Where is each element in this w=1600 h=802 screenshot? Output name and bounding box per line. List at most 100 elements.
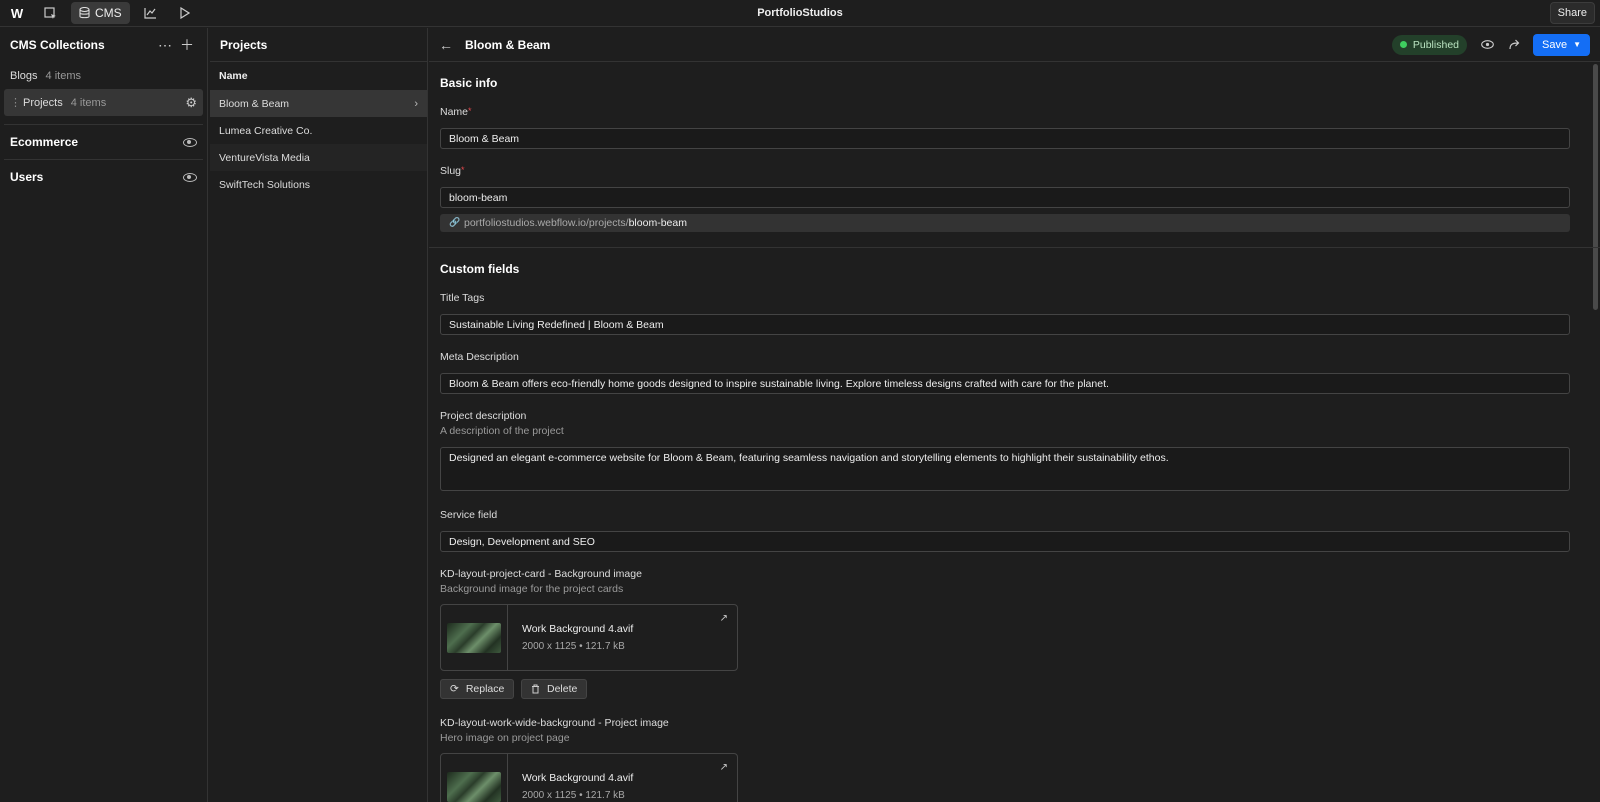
replace-button[interactable]: ⟳ Replace	[440, 679, 515, 699]
project-description-field[interactable]: Designed an elegant e-commerce website f…	[440, 447, 1570, 491]
collection-count: 4 items	[70, 96, 107, 109]
required-marker: *	[461, 165, 465, 175]
slug-url-base: portfoliostudios.webflow.io/projects/	[464, 217, 629, 229]
image-thumbnail	[441, 754, 508, 802]
slug-url-slug: bloom-beam	[628, 217, 687, 229]
project-image-hint: Hero image on project page	[440, 732, 570, 744]
slug-label: Slug*	[440, 165, 465, 177]
collection-name: Projects	[23, 96, 63, 109]
image-file-meta: 2000 x 1125 • 121.7 kB	[522, 641, 625, 652]
list-item-label: Lumea Creative Co.	[219, 124, 313, 137]
section-title: Users	[10, 170, 44, 184]
section-ecommerce[interactable]: Ecommerce	[4, 124, 203, 159]
collection-item-projects[interactable]: ⋮ Projects 4 items ⚙	[4, 89, 203, 116]
item-editor: ← Bloom & Beam Published Save ▼ Basic in…	[429, 28, 1600, 802]
list-item-label: VentureVista Media	[219, 151, 310, 164]
link-icon: 🔗	[449, 217, 461, 227]
collection-item-blogs[interactable]: Blogs 4 items	[0, 62, 207, 89]
meta-description-label: Meta Description	[440, 351, 519, 363]
basic-info-heading: Basic info	[440, 76, 498, 90]
project-image-card[interactable]: Work Background 4.avif 2000 x 1125 • 121…	[440, 753, 738, 802]
designer-icon[interactable]	[37, 2, 63, 24]
collections-title: CMS Collections	[10, 38, 105, 52]
collection-name: Blogs	[10, 69, 38, 82]
custom-fields-heading: Custom fields	[440, 262, 520, 276]
image-file-name: Work Background 4.avif	[522, 623, 634, 635]
status-badge[interactable]: Published	[1391, 34, 1467, 55]
back-arrow-icon[interactable]: ←	[439, 37, 457, 53]
add-icon[interactable]: ＋	[177, 35, 197, 55]
section-users[interactable]: Users	[4, 159, 203, 194]
list-item[interactable]: VentureVista Media	[210, 144, 427, 171]
required-marker: *	[468, 106, 472, 116]
replace-label: Replace	[465, 683, 505, 695]
thumbnail-image	[447, 771, 501, 802]
share-button[interactable]: Share	[1549, 2, 1595, 24]
meta-description-field[interactable]: Bloom & Beam offers eco-friendly home go…	[440, 373, 1570, 394]
project-description-hint: A description of the project	[440, 425, 564, 437]
replace-icon: ⟳	[450, 683, 459, 695]
eye-icon[interactable]	[183, 172, 197, 182]
list-item-label: Bloom & Beam	[219, 97, 290, 110]
chevron-down-icon: ▼	[1573, 40, 1581, 49]
bg-image-label: KD-layout-project-card - Background imag…	[440, 568, 642, 580]
column-header-name[interactable]: Name	[210, 62, 427, 90]
slug-url[interactable]: 🔗 portfoliostudios.webflow.io/projects/b…	[440, 214, 1570, 232]
save-label: Save	[1542, 38, 1568, 51]
open-external-icon[interactable]: ↗	[720, 613, 728, 624]
divider	[429, 247, 1600, 248]
status-dot-icon	[1399, 41, 1407, 48]
image-file-name: Work Background 4.avif	[522, 772, 634, 784]
item-title: Bloom & Beam	[465, 37, 551, 52]
service-field-label: Service field	[440, 509, 498, 521]
webflow-logo[interactable]: W	[5, 1, 29, 25]
project-image-label: KD-layout-work-wide-background - Project…	[440, 717, 669, 729]
delete-label: Delete	[547, 683, 578, 695]
delete-button[interactable]: Delete	[521, 679, 588, 699]
title-tags-label: Title Tags	[440, 292, 485, 304]
eye-icon[interactable]	[183, 137, 197, 147]
section-title: Ecommerce	[10, 135, 79, 149]
name-label-text: Name	[440, 106, 469, 118]
service-field[interactable]: Design, Development and SEO	[440, 531, 1570, 552]
projects-panel: Projects Name Bloom & Beam › Lumea Creat…	[210, 28, 428, 802]
list-item[interactable]: Bloom & Beam ›	[210, 90, 427, 117]
open-external-icon[interactable]: ↗	[720, 762, 728, 773]
trash-icon	[532, 684, 539, 694]
collection-count: 4 items	[45, 69, 81, 82]
database-icon	[79, 7, 90, 19]
collections-panel: CMS Collections ⋯ ＋ Blogs 4 items ⋮ Proj…	[0, 28, 208, 802]
preview-eye-icon[interactable]	[1477, 35, 1497, 55]
analytics-icon[interactable]	[138, 2, 164, 24]
chevron-right-icon: ›	[414, 97, 418, 110]
image-file-meta: 2000 x 1125 • 121.7 kB	[522, 790, 625, 801]
bg-image-card[interactable]: Work Background 4.avif 2000 x 1125 • 121…	[440, 604, 738, 671]
slug-label-text: Slug	[440, 165, 462, 177]
status-label: Published	[1412, 38, 1459, 51]
cms-tab[interactable]: CMS	[71, 2, 130, 24]
more-icon[interactable]: ⋯	[155, 35, 175, 55]
project-description-label: Project description	[440, 410, 527, 422]
drag-handle-icon[interactable]: ⋮	[10, 96, 21, 109]
image-thumbnail	[441, 605, 508, 670]
editor-header: ← Bloom & Beam Published Save ▼	[429, 28, 1600, 62]
name-label: Name*	[440, 106, 472, 118]
list-item[interactable]: SwiftTech Solutions	[210, 171, 427, 198]
cms-tab-label: CMS	[95, 6, 122, 20]
title-tags-field[interactable]: Sustainable Living Redefined | Bloom & B…	[440, 314, 1570, 335]
thumbnail-image	[447, 622, 501, 653]
share-arrow-icon[interactable]	[1505, 35, 1525, 55]
list-item-label: SwiftTech Solutions	[219, 178, 311, 191]
bg-image-hint: Background image for the project cards	[440, 583, 624, 595]
scrollbar[interactable]	[1593, 64, 1598, 310]
play-icon[interactable]	[172, 2, 198, 24]
list-item[interactable]: Lumea Creative Co.	[210, 117, 427, 144]
app-title: PortfolioStudios	[757, 7, 843, 19]
gear-icon[interactable]: ⚙	[185, 95, 197, 111]
save-button[interactable]: Save ▼	[1533, 33, 1590, 56]
top-bar: W CMS PortfolioStudios Share	[0, 0, 1600, 27]
name-field[interactable]: Bloom & Beam	[440, 128, 1570, 149]
projects-title: Projects	[210, 28, 427, 62]
collections-header: CMS Collections ⋯ ＋	[0, 28, 207, 62]
slug-field[interactable]: bloom-beam	[440, 187, 1570, 208]
